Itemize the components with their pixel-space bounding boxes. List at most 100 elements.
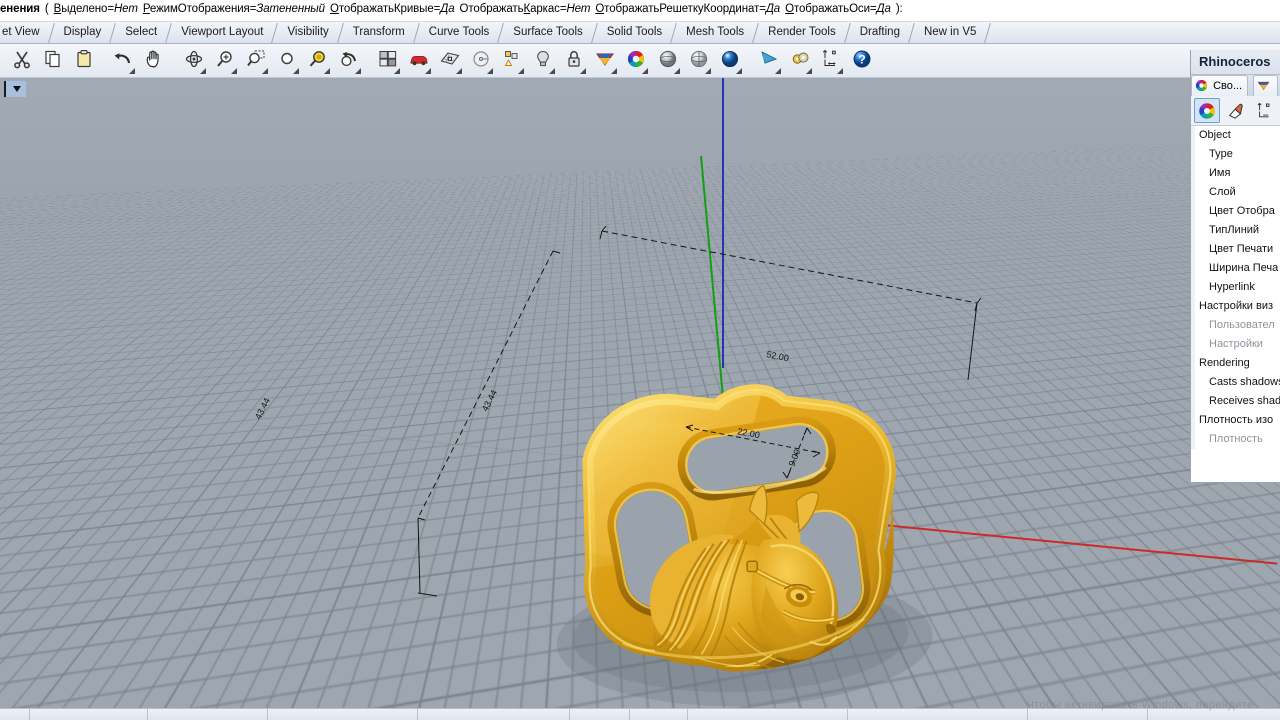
- property-row[interactable]: ТипЛиний: [1191, 221, 1280, 240]
- panel-tab-strip[interactable]: Сво...: [1191, 74, 1280, 96]
- menu-tab-et-view[interactable]: et View: [0, 22, 51, 44]
- properties-panel[interactable]: Rhinoceros Сво...: [1190, 50, 1280, 483]
- layer-state-icon[interactable]: [498, 46, 526, 76]
- status-bar-cell[interactable]: [268, 709, 418, 720]
- menu-tab-viewport-layout[interactable]: Viewport Layout: [168, 22, 274, 44]
- menu-tab-surface-tools[interactable]: Surface Tools: [500, 22, 593, 44]
- command-option-value: Да: [877, 3, 891, 15]
- menu-tab-solid-tools[interactable]: Solid Tools: [594, 22, 673, 44]
- status-bar-cell[interactable]: [30, 709, 148, 720]
- property-row[interactable]: Casts shadows: [1191, 373, 1280, 392]
- shaded-sphere-icon[interactable]: [654, 46, 682, 76]
- cplane-origin-icon[interactable]: [467, 46, 495, 76]
- panel-icon-row[interactable]: [1191, 96, 1280, 126]
- menu-tab-select[interactable]: Select: [112, 22, 168, 44]
- menu-tab-drafting[interactable]: Drafting: [847, 22, 911, 44]
- menu-tab-label: Visibility: [287, 26, 328, 38]
- command-prompt-open-paren: (: [45, 3, 49, 15]
- render-color-icon[interactable]: [591, 46, 619, 76]
- command-prompt-line[interactable]: енения(Выделено=НетРежимОтображения=Зате…: [0, 0, 1280, 22]
- chevron-down-icon: [13, 86, 21, 92]
- command-option-value: Нет: [114, 3, 138, 15]
- status-bar-cell[interactable]: [0, 709, 30, 720]
- zoom-extents-icon[interactable]: [273, 46, 301, 76]
- dimension-props-icon[interactable]: [1252, 98, 1278, 123]
- light-bulb-icon[interactable]: [529, 46, 557, 76]
- zoom-previous-icon[interactable]: [335, 46, 363, 76]
- menu-tab-mesh-tools[interactable]: Mesh Tools: [673, 22, 755, 44]
- menu-tab-visibility[interactable]: Visibility: [274, 22, 339, 44]
- pan-icon[interactable]: [140, 46, 168, 76]
- toolbar-tab-bar[interactable]: et ViewDisplay Select Viewport Layout Visib…: [0, 22, 1280, 44]
- property-row[interactable]: Плотность: [1191, 430, 1280, 449]
- menu-tab-label: Select: [125, 26, 157, 38]
- status-bar[interactable]: [0, 708, 1280, 720]
- status-bar-cell[interactable]: [570, 709, 630, 720]
- property-row[interactable]: Ширина Печа: [1191, 259, 1280, 278]
- command-option[interactable]: ОтображатьРешеткуКоординат=Да: [595, 3, 780, 15]
- property-row[interactable]: Слой: [1191, 183, 1280, 202]
- lock-icon[interactable]: [560, 46, 588, 76]
- horse-buckle-model[interactable]: [466, 361, 1015, 708]
- command-option-equals: =: [870, 3, 877, 15]
- viewport-title-dropdown[interactable]: [4, 81, 26, 97]
- command-option-list: Выделено=Нет РежимОтображения=Затененный О…: [54, 3, 896, 15]
- property-row[interactable]: Имя: [1191, 164, 1280, 183]
- dimension-icon[interactable]: [817, 46, 845, 76]
- main-icon-toolbar[interactable]: ?: [0, 44, 1280, 78]
- ghosted-sphere-icon[interactable]: [685, 46, 713, 76]
- status-bar-cell[interactable]: [848, 709, 1028, 720]
- command-option-value: Затененный: [256, 3, 325, 15]
- camera-cone-icon[interactable]: [755, 46, 783, 76]
- tab-properties-label: Сво...: [1213, 80, 1242, 92]
- help-icon[interactable]: ?: [848, 46, 876, 76]
- object-properties-icon[interactable]: [1194, 98, 1220, 123]
- color-wheel-icon[interactable]: [622, 46, 650, 76]
- status-bar-cell[interactable]: [1028, 709, 1148, 720]
- tab-layers[interactable]: [1253, 75, 1278, 96]
- property-row[interactable]: Цвет Печати: [1191, 240, 1280, 259]
- property-row[interactable]: Настройки: [1191, 335, 1280, 354]
- zoom-selected-icon[interactable]: [304, 46, 332, 76]
- command-option-equals: =: [759, 3, 766, 15]
- property-row[interactable]: Цвет Отобра: [1191, 202, 1280, 221]
- material-eraser-icon[interactable]: [1223, 98, 1249, 123]
- menu-tab-curve-tools[interactable]: Curve Tools: [416, 22, 501, 44]
- menu-tab-display[interactable]: Display: [51, 22, 113, 44]
- render-color-icon: [1257, 79, 1270, 96]
- rendered-sphere-icon[interactable]: [716, 46, 744, 76]
- status-bar-cell[interactable]: [688, 709, 848, 720]
- command-option[interactable]: ОтображатьКривые=Да: [330, 3, 455, 15]
- named-view-car-icon[interactable]: [405, 46, 433, 76]
- command-option[interactable]: ОтображатьКаркас=Нет: [460, 3, 591, 15]
- paste-icon[interactable]: [70, 46, 98, 76]
- status-bar-cell[interactable]: [630, 709, 688, 720]
- zoom-in-out-icon[interactable]: [211, 46, 239, 76]
- copy-icon[interactable]: [39, 46, 67, 76]
- command-option-value: Нет: [566, 3, 590, 15]
- property-row[interactable]: Receives shad: [1191, 392, 1280, 411]
- viewport-layout-icon[interactable]: [374, 46, 402, 76]
- property-group-header: Настройки виз: [1191, 297, 1280, 316]
- command-option[interactable]: Выделено=Нет: [54, 3, 138, 15]
- tab-properties[interactable]: Сво...: [1191, 75, 1248, 96]
- render-settings-icon[interactable]: [786, 46, 814, 76]
- command-option[interactable]: ОтображатьОси=Да: [785, 3, 891, 15]
- cut-icon[interactable]: [8, 46, 36, 76]
- properties-list[interactable]: ObjectTypeИмяСлойЦвет ОтобраТипЛинийЦвет…: [1191, 126, 1280, 482]
- command-option[interactable]: РежимОтображения=Затененный: [143, 3, 325, 15]
- property-row[interactable]: Hyperlink: [1191, 278, 1280, 297]
- rotate-view-icon[interactable]: [180, 46, 208, 76]
- status-bar-cell[interactable]: [148, 709, 268, 720]
- zoom-window-icon[interactable]: [242, 46, 270, 76]
- menu-tab-render-tools[interactable]: Render Tools: [755, 22, 847, 44]
- menu-tab-new-in-v5[interactable]: New in V5: [911, 22, 987, 44]
- status-bar-cell[interactable]: [418, 709, 570, 720]
- property-row[interactable]: Пользовател: [1191, 316, 1280, 335]
- named-cplane-icon[interactable]: [436, 46, 464, 76]
- perspective-viewport[interactable]: 52.00 43.44 22.00 9.00 43.44: [0, 78, 1280, 708]
- property-row[interactable]: Type: [1191, 145, 1280, 164]
- rhino-application-window: енения(Выделено=НетРежимОтображения=Зате…: [0, 0, 1280, 720]
- menu-tab-transform[interactable]: Transform: [340, 22, 416, 44]
- undo-icon[interactable]: [109, 46, 137, 76]
